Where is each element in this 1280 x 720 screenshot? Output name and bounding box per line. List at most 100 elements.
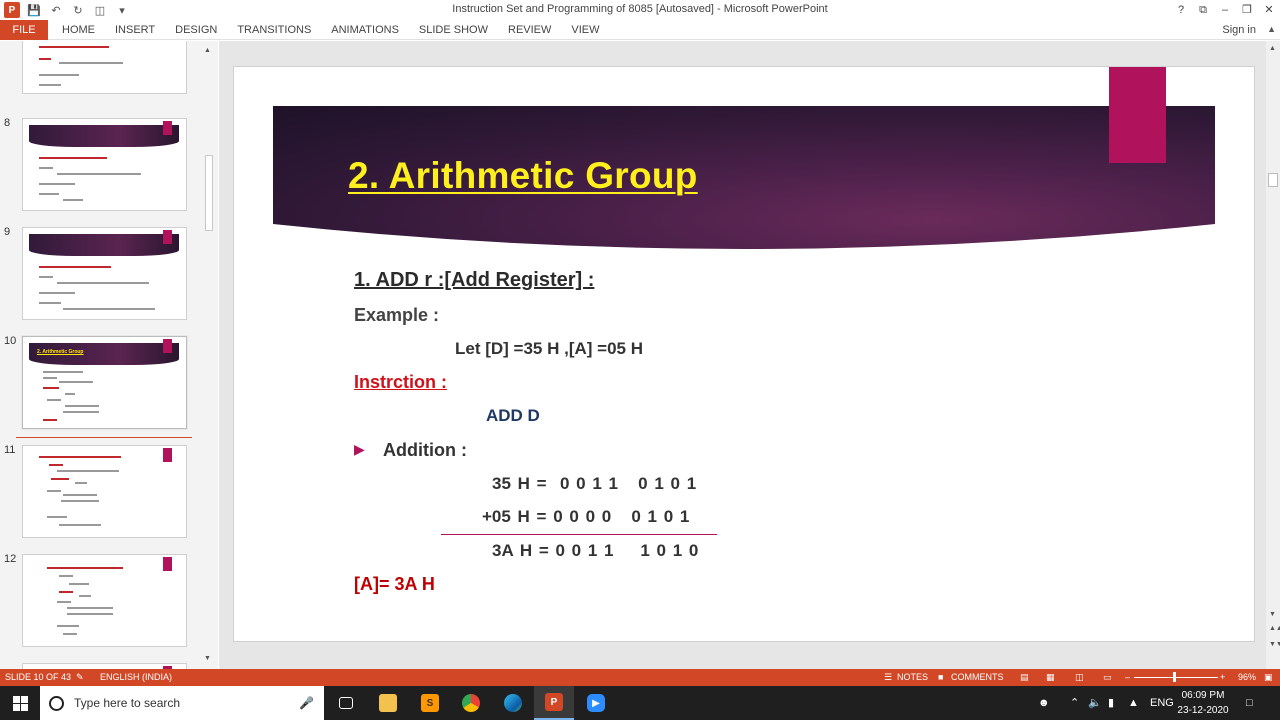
undo-icon[interactable]: ↶	[48, 4, 64, 17]
redo-icon[interactable]: ↻	[70, 4, 86, 17]
section-heading[interactable]: 1. ADD r :[Add Register] :	[354, 269, 594, 292]
zoom-in-button[interactable]: +	[1220, 672, 1225, 682]
next-slide-icon[interactable]: ▼▼	[1269, 641, 1280, 648]
language-indicator[interactable]: ENGLISH (INDIA)	[100, 672, 172, 682]
spellcheck-icon[interactable]: ✎	[76, 672, 84, 683]
thumb-text-line	[63, 199, 83, 201]
zoom-slider-thumb[interactable]	[1173, 672, 1177, 682]
binary-row-2[interactable]: +05 H = 0 0 0 0 0 1 0 1	[482, 507, 689, 527]
scroll-thumb[interactable]	[205, 155, 213, 231]
slide-thumbnail[interactable]	[22, 118, 187, 211]
sign-in-link[interactable]: Sign in	[1222, 20, 1256, 40]
slide-title[interactable]: 2. Arithmetic Group	[348, 155, 698, 197]
thumbnail-scrollbar[interactable]: ▲ ▼	[202, 47, 216, 662]
volume-icon[interactable]: 🔈	[1088, 686, 1102, 720]
slide-canvas[interactable]: 2. Arithmetic Group 1. ADD r :[Add Regis…	[233, 66, 1255, 642]
thumb-text-line	[39, 84, 61, 86]
slide-thumbnail[interactable]	[22, 227, 187, 320]
network-icon[interactable]: ▲	[1128, 686, 1139, 720]
instruction-text[interactable]: ADD D	[486, 406, 540, 426]
example-label[interactable]: Example :	[354, 305, 439, 326]
tab-view[interactable]: VIEW	[561, 20, 609, 40]
tab-design[interactable]: DESIGN	[165, 20, 227, 40]
thumb-text-line	[39, 266, 111, 268]
save-icon[interactable]: 💾	[26, 4, 42, 17]
scroll-down-arrow-icon[interactable]: ▼	[1269, 611, 1276, 618]
collapse-ribbon-icon[interactable]: ▲	[1267, 24, 1276, 34]
scroll-up-arrow-icon[interactable]: ▲	[1269, 45, 1276, 52]
restore-button[interactable]: ❐	[1236, 0, 1258, 20]
powerpoint-taskbar-button[interactable]: P	[534, 686, 574, 720]
thumb-text-line	[57, 601, 71, 603]
notes-button[interactable]: NOTES	[897, 672, 928, 682]
start-button[interactable]	[0, 686, 40, 720]
chrome-button[interactable]	[451, 686, 491, 720]
minimize-button[interactable]: –	[1214, 0, 1236, 20]
binary-row-result[interactable]: 3A H = 0 0 1 1 1 0 1 0	[492, 541, 698, 561]
slide-thumbnail[interactable]	[22, 554, 187, 647]
close-button[interactable]: ✕	[1258, 0, 1280, 20]
zoom-out-button[interactable]: –	[1125, 672, 1130, 682]
thumb-text-line	[39, 456, 121, 458]
thumb-text-line	[59, 591, 73, 593]
scroll-down-arrow-icon[interactable]: ▼	[204, 655, 211, 662]
slide-thumbnail[interactable]	[22, 445, 187, 538]
thumb-text-line	[43, 387, 59, 389]
scroll-thumb[interactable]	[1268, 173, 1278, 187]
file-explorer-button[interactable]	[368, 686, 408, 720]
show-hidden-icons[interactable]: ⌃	[1070, 686, 1079, 720]
task-view-button[interactable]	[326, 686, 366, 720]
slide-thumbnail-selected[interactable]: 2. Arithmetic Group	[22, 336, 187, 429]
thumb-accent-tag	[163, 448, 172, 462]
thumb-text-line	[59, 381, 93, 383]
taskbar-search-box[interactable]: Type here to search 🎤	[40, 686, 324, 720]
scroll-up-arrow-icon[interactable]: ▲	[204, 47, 211, 54]
fit-slide-icon[interactable]: ▣	[1264, 672, 1273, 683]
microphone-icon[interactable]: 🎤	[299, 696, 314, 710]
tab-file[interactable]: FILE	[0, 19, 48, 40]
slide-sorter-icon[interactable]: ▦	[1046, 672, 1055, 683]
search-placeholder: Type here to search	[74, 696, 181, 710]
cortana-icon	[49, 695, 64, 711]
tab-home[interactable]: HOME	[52, 20, 105, 40]
thumb-text-line	[57, 470, 119, 472]
tab-insert[interactable]: INSERT	[105, 20, 165, 40]
customize-qat-icon[interactable]: ▾	[114, 4, 130, 17]
start-from-beginning-icon[interactable]: ◫	[92, 4, 108, 17]
slide-show-icon[interactable]: ▭	[1103, 672, 1112, 683]
addition-label[interactable]: Addition :	[383, 440, 467, 461]
edge-button[interactable]	[493, 686, 533, 720]
tab-transitions[interactable]: TRANSITIONS	[227, 20, 321, 40]
zoom-app-button[interactable]: ▶	[576, 686, 616, 720]
zoom-level[interactable]: 96%	[1238, 672, 1256, 682]
slide-thumbnail[interactable]	[22, 41, 187, 94]
sublime-text-button[interactable]: S	[410, 686, 450, 720]
people-icon[interactable]: ☻	[1038, 686, 1050, 720]
sublime-text-icon: S	[421, 694, 439, 712]
tab-review[interactable]: REVIEW	[498, 20, 561, 40]
help-icon[interactable]: ?	[1170, 0, 1192, 20]
binary-row-1[interactable]: 35 H = 0 0 1 1 0 1 0 1	[492, 474, 696, 494]
battery-icon[interactable]: ▮	[1108, 686, 1114, 720]
instruction-label[interactable]: Instrction :	[354, 372, 447, 393]
system-clock[interactable]: 06:09 PM 23-12-2020	[1172, 688, 1234, 718]
comments-icon[interactable]: ■	[938, 672, 943, 682]
slide-thumbnail-pane[interactable]: 8 9 10 2. Arithmetic Group 11 12 ▲ ▼	[0, 41, 218, 669]
input-language[interactable]: ENG	[1150, 686, 1174, 720]
comments-button[interactable]: COMMENTS	[951, 672, 1004, 682]
previous-slide-icon[interactable]: ▲▲	[1269, 625, 1280, 632]
notes-icon[interactable]: ☰	[884, 672, 892, 683]
result-text[interactable]: [A]= 3A H	[354, 574, 435, 595]
action-center-icon[interactable]: □	[1246, 686, 1253, 720]
ribbon-display-options-icon[interactable]: ⧉	[1192, 0, 1214, 20]
normal-view-icon[interactable]: ▤	[1020, 672, 1029, 683]
editor-scrollbar[interactable]: ▲ ▼ ▲▲ ▼▼	[1266, 41, 1280, 669]
thumb-accent-tag	[163, 230, 172, 244]
tab-slide-show[interactable]: SLIDE SHOW	[409, 20, 498, 40]
thumb-text-line	[39, 276, 53, 278]
tab-animations[interactable]: ANIMATIONS	[321, 20, 409, 40]
thumb-text-line	[49, 464, 63, 466]
slide-counter[interactable]: SLIDE 10 OF 43	[5, 672, 71, 682]
reading-view-icon[interactable]: ◫	[1075, 672, 1084, 683]
example-statement[interactable]: Let [D] =35 H ,[A] =05 H	[455, 339, 643, 359]
